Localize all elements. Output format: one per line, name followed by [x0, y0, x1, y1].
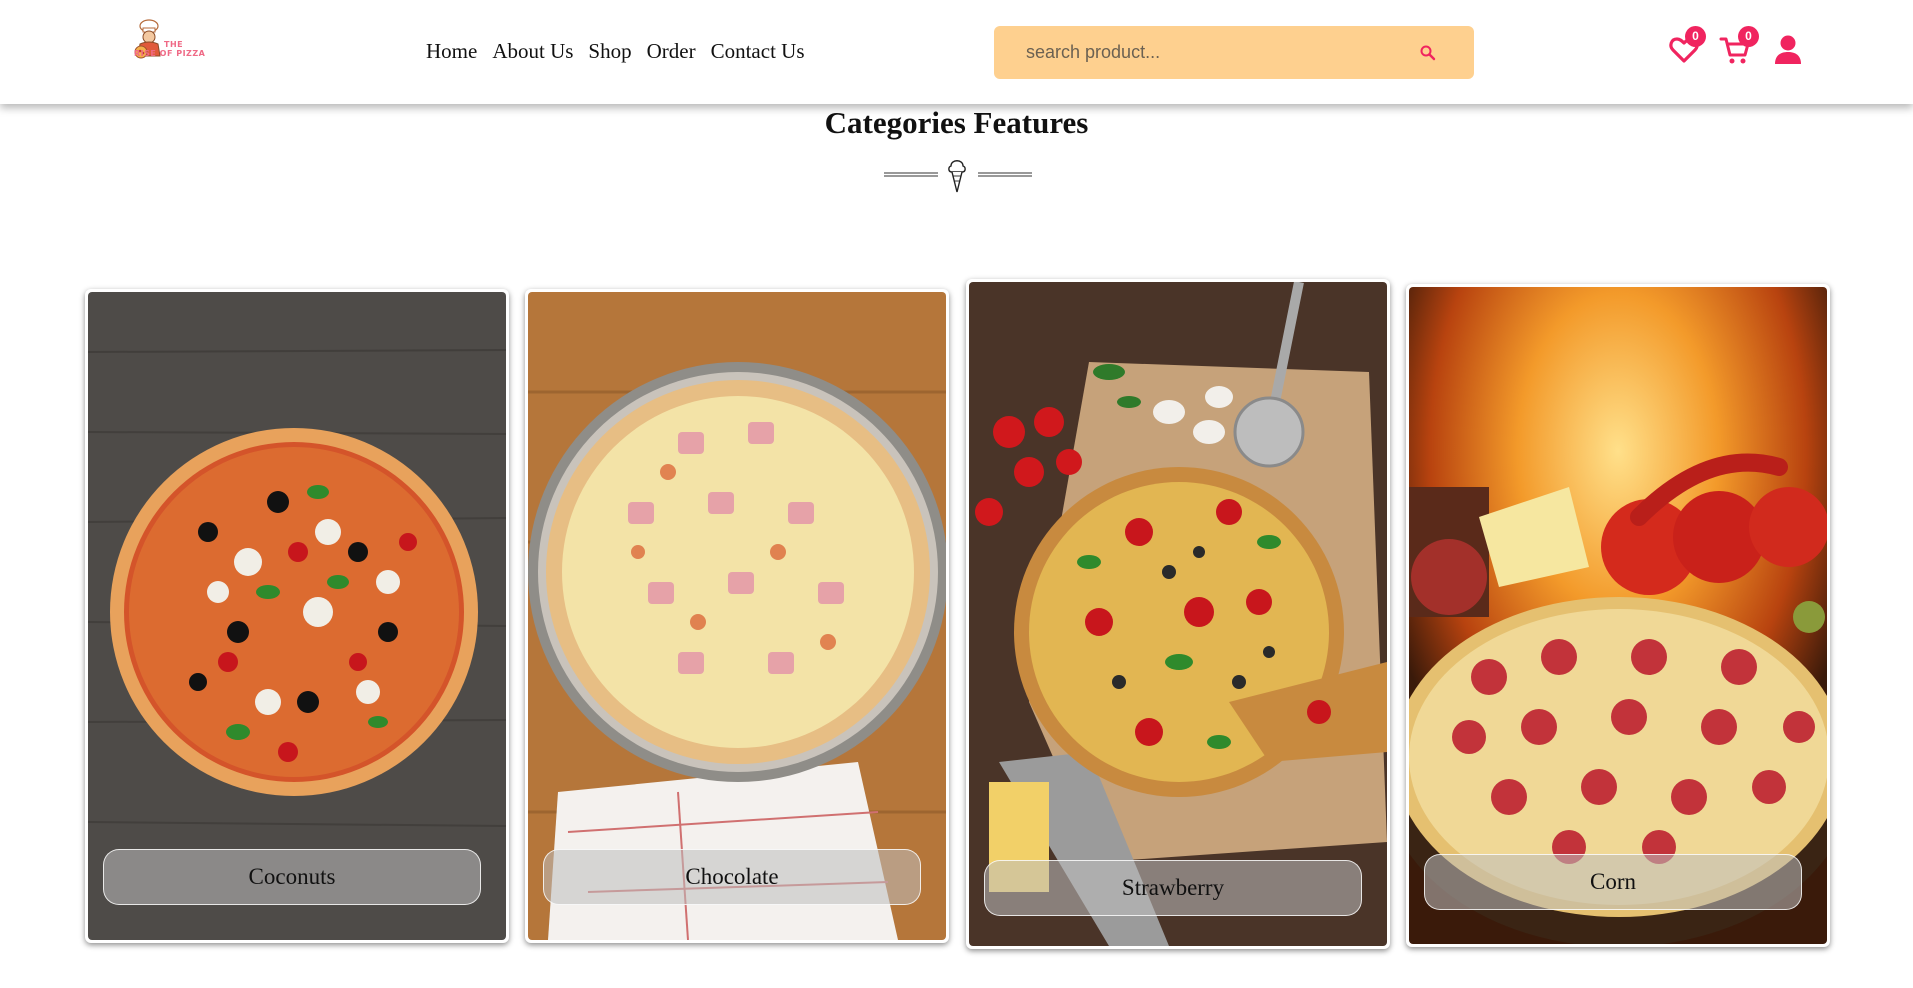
nav-shop[interactable]: Shop — [588, 38, 631, 64]
cart-count-badge: 0 — [1738, 26, 1759, 47]
nav-about-us[interactable]: About Us — [492, 38, 573, 64]
category-label: Chocolate — [543, 849, 921, 905]
search-input[interactable] — [1026, 26, 1406, 79]
logo-text: THE RISE OF PIZZA — [134, 40, 205, 58]
wishlist-count-badge: 0 — [1685, 26, 1706, 47]
category-label: Strawberry — [984, 860, 1362, 916]
account-button[interactable] — [1773, 34, 1803, 66]
search-bar — [994, 26, 1474, 79]
logo-line-2: RISE OF PIZZA — [134, 49, 206, 58]
category-card-coconuts[interactable]: Coconuts — [85, 289, 509, 943]
category-image — [88, 292, 506, 940]
nav-order[interactable]: Order — [647, 38, 696, 64]
site-logo[interactable]: THE RISE OF PIZZA — [132, 18, 222, 66]
category-card-chocolate[interactable]: Chocolate — [525, 289, 949, 943]
section-title: Categories Features — [824, 105, 1089, 140]
pizza-image — [528, 292, 946, 940]
nav-contact-us[interactable]: Contact Us — [711, 38, 805, 64]
title-divider — [884, 160, 1032, 193]
wishlist-button[interactable]: 0 — [1668, 26, 1706, 66]
cart-button[interactable]: 0 — [1719, 26, 1759, 66]
pizza-image — [88, 292, 506, 940]
category-image — [1409, 287, 1827, 944]
category-card-strawberry[interactable]: Strawberry — [966, 279, 1390, 949]
category-label: Coconuts — [103, 849, 481, 905]
user-icon — [1775, 35, 1801, 64]
search-icon[interactable] — [1419, 44, 1437, 62]
pizza-image — [969, 282, 1387, 946]
category-card-corn[interactable]: Corn — [1406, 284, 1830, 947]
pizza-image — [1409, 287, 1827, 944]
main-nav: Home About Us Shop Order Contact Us — [426, 38, 820, 64]
logo-line-1: THE — [164, 40, 184, 49]
category-image — [528, 292, 946, 940]
site-header: THE RISE OF PIZZA Home About Us Shop Ord… — [0, 0, 1913, 104]
nav-home[interactable]: Home — [426, 38, 477, 64]
category-label: Corn — [1424, 854, 1802, 910]
ice-cream-cone-icon — [948, 160, 966, 193]
category-image — [969, 282, 1387, 946]
